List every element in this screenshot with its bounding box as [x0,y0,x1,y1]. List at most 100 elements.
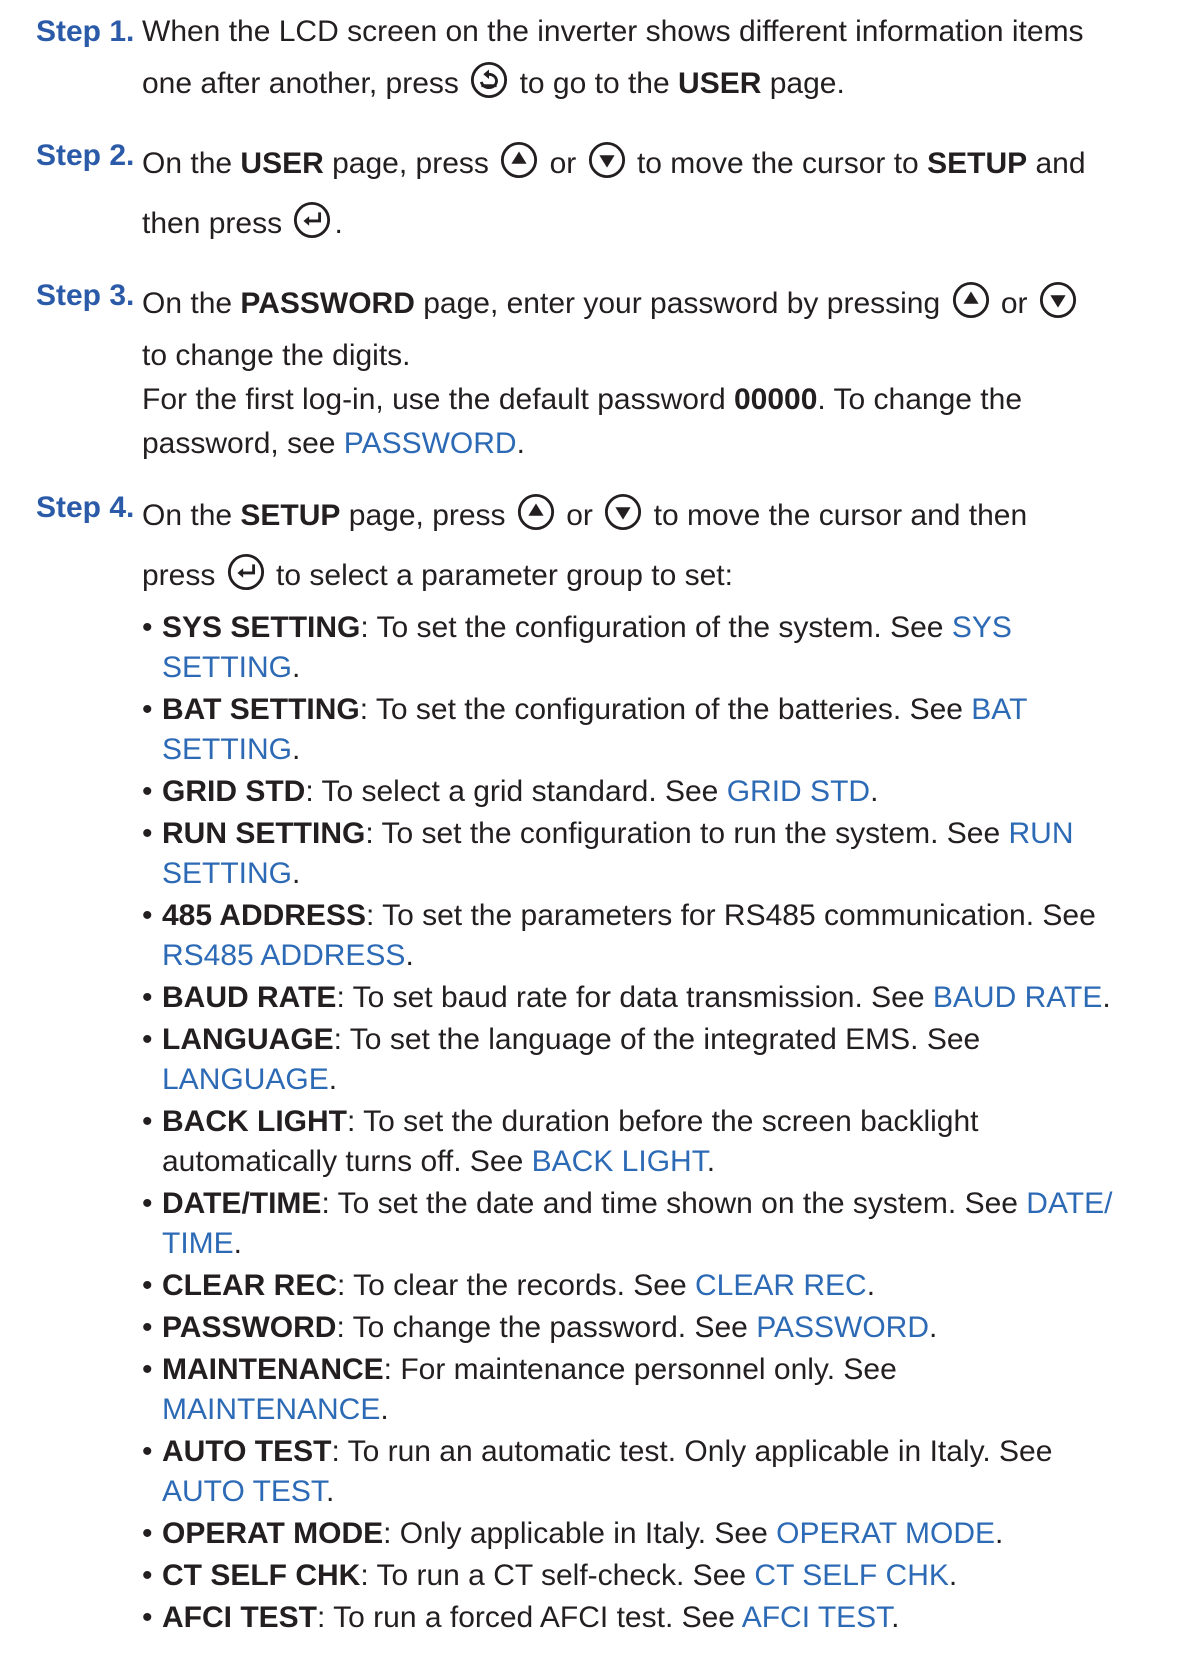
group-name: GRID STD [162,775,306,808]
group-desc: : To change the password. See [336,1311,757,1344]
group-desc: : To set the configuration of the batter… [359,693,972,726]
group-desc: : To run an automatic test. Only applica… [331,1435,1053,1468]
step-number: Step 1. [36,15,135,48]
step-text: On the [142,147,233,180]
page-name: SETUP [927,147,1028,180]
group-name: SYS SETTING [162,611,361,644]
step-number: Step 4. [36,491,135,524]
step-text: to move the cursor and then [653,499,1028,532]
maintenance-link[interactable]: MAINTENANCE [162,1393,380,1426]
list-item: • AUTO TEST: To run an automatic test. On… [142,1435,1053,1508]
list-item: • BAUD RATE: To set baud rate for data tr… [142,981,1111,1014]
group-desc: : To run a forced AFCI test. See [317,1601,742,1634]
group-desc: : To set the parameters for RS485 commun… [365,899,1096,932]
step-text: page, enter your password by pressing [423,287,941,320]
run-setting-link[interactable]: RUN [1008,817,1073,850]
step-text: page. [769,67,845,100]
page-name: USER [678,67,762,100]
parameter-group-list: • SYS SETTING: To set the configuration o… [142,608,1186,1638]
step-text: page, press [332,147,489,180]
language-link[interactable]: LANGUAGE [162,1063,329,1096]
password-link[interactable]: PASSWORD [756,1311,929,1344]
list-item: • RUN SETTING: To set the configuration t… [142,817,1074,890]
step-text: password, see [142,427,336,460]
date-time-link[interactable]: TIME [162,1227,234,1260]
rs485-address-link[interactable]: RS485 ADDRESS [162,939,405,972]
step-body: On the SETUP page, press or to move the … [142,486,1186,1638]
down-button-icon [588,141,626,179]
list-item: • OPERAT MODE: Only applicable in Italy. … [142,1517,1004,1550]
sys-setting-link[interactable]: SETTING [162,651,292,684]
step-line: password, see PASSWORD. [142,422,1186,466]
group-name: CLEAR REC [162,1269,338,1302]
group-name: DATE/TIME [162,1187,322,1220]
list-item: • BACK LIGHT: To set the duration before … [142,1105,979,1178]
step-2: Step 2. On the USER page, press or to mo… [36,134,1186,254]
step-line: On the PASSWORD page, enter your passwor… [142,274,1186,334]
step-body: When the LCD screen on the inverter show… [142,10,1186,114]
group-desc: : For maintenance personnel only. See [383,1353,897,1386]
step-line: then press . [142,194,1186,254]
date-time-link[interactable]: DATE/ [1026,1187,1112,1220]
group-desc: : To set the configuration of the system… [360,611,952,644]
step-text: then press [142,207,283,240]
list-item: • SYS SETTING: To set the configuration o… [142,611,1012,684]
list-item: • MAINTENANCE: For maintenance personnel … [142,1353,897,1426]
step-body: On the USER page, press or to move the c… [142,134,1186,254]
group-name: BACK LIGHT [162,1105,347,1138]
run-setting-link[interactable]: SETTING [162,857,292,890]
step-text: and [1035,147,1086,180]
sys-setting-link[interactable]: SYS [952,611,1012,644]
list-item: • BAT SETTING: To set the configuration o… [142,693,1028,766]
group-name: BAUD RATE [162,981,337,1014]
step-text: to move the cursor to [636,147,919,180]
grid-std-link[interactable]: GRID STD [727,775,870,808]
up-button-icon [952,281,990,319]
step-4: Step 4. On the SETUP page, press or to m… [36,486,1186,1638]
back-light-link[interactable]: BACK LIGHT [532,1145,707,1178]
list-item: • LANGUAGE: To set the language of the in… [142,1023,981,1096]
default-password: 00000 [733,383,818,416]
step-text: On the [142,287,233,320]
group-name: BAT SETTING [162,693,360,726]
group-desc: : To run a CT self-check. See [360,1559,755,1592]
list-item: • GRID STD: To select a grid standard. Se… [142,775,879,808]
page-name: SETUP [240,499,341,532]
ct-self-chk-link[interactable]: CT SELF CHK [754,1559,949,1592]
group-desc: : To set the date and time shown on the … [321,1187,1027,1220]
baud-rate-link[interactable]: BAUD RATE [933,981,1102,1014]
up-button-icon [517,493,555,531]
auto-test-link[interactable]: AUTO TEST [162,1475,326,1508]
step-text: or [566,499,593,532]
step-text: . [334,207,343,240]
password-link[interactable]: PASSWORD [344,427,517,460]
step-text: or [1000,287,1028,320]
operat-mode-link[interactable]: OPERAT MODE [776,1517,995,1550]
group-desc: : Only applicable in Italy. See [383,1517,777,1550]
bat-setting-link[interactable]: BAT [971,693,1027,726]
step-line: one after another, press to go to the US… [142,54,1186,114]
step-line: On the USER page, press or to move the c… [142,134,1186,194]
group-name: AFCI TEST [162,1601,317,1634]
afci-test-link[interactable]: AFCI TEST [742,1601,891,1634]
bat-setting-link[interactable]: SETTING [162,733,292,766]
procedure: Step 1. When the LCD screen on the inver… [36,10,1186,1658]
list-item: • AFCI TEST: To run a forced AFCI test. S… [142,1601,900,1634]
group-desc: : To set the duration before the screen … [346,1105,979,1138]
group-desc: : To set baud rate for data transmission… [336,981,933,1014]
clear-rec-link[interactable]: CLEAR REC [695,1269,867,1302]
step-text: press [142,559,216,592]
list-item: • DATE/TIME: To set the date and time sho… [142,1187,1113,1260]
group-desc: : To set the language of the integrated … [333,1023,981,1056]
group-name: AUTO TEST [162,1435,332,1468]
group-name: LANGUAGE [162,1023,334,1056]
step-text: For the first log-in, use the default pa… [142,383,726,416]
group-name: PASSWORD [162,1311,337,1344]
group-desc: automatically turns off. See [162,1145,532,1178]
group-name: 485 ADDRESS [162,899,366,932]
list-item: • PASSWORD: To change the password. See P… [142,1311,938,1344]
step-text: to go to the [519,67,670,100]
step-line: For the first log-in, use the default pa… [142,378,1186,422]
enter-button-icon [227,553,265,591]
step-text: On the [142,499,233,532]
